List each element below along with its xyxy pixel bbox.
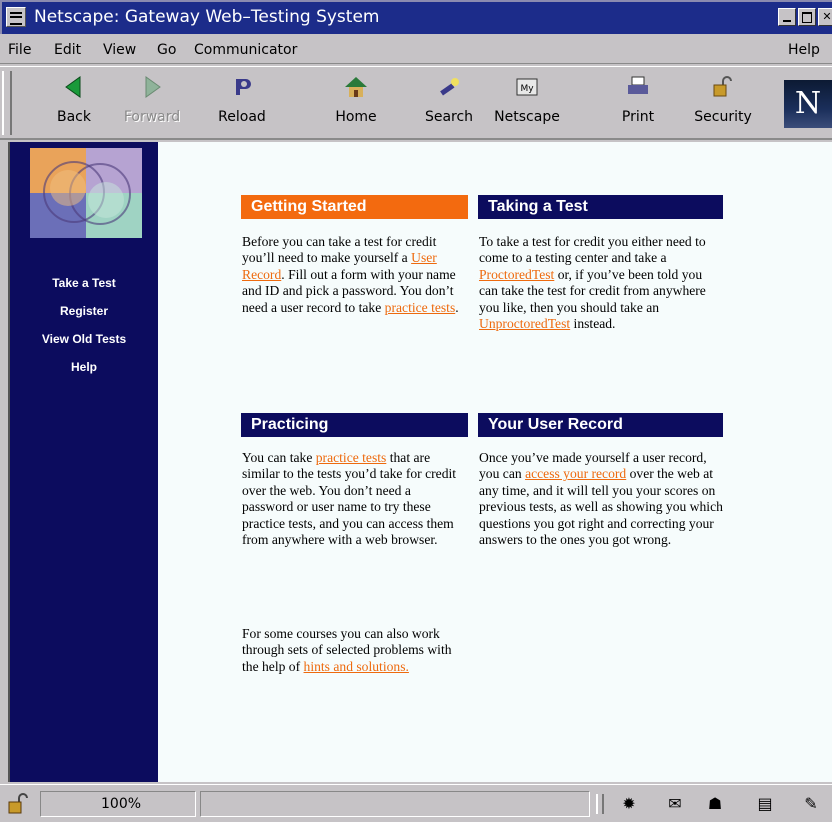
- menu-file[interactable]: File: [8, 42, 31, 58]
- close-button[interactable]: ✕: [818, 8, 832, 26]
- practicing-text: You can take practice tests that are sim…: [242, 450, 457, 548]
- getting-started-heading: Getting Started: [241, 195, 468, 219]
- getting-started-text: Before you can take a test for credit yo…: [242, 234, 459, 315]
- progress-indicator: 100%: [40, 791, 196, 817]
- title-bar: Netscape: Gateway Web–Testing System ✕: [0, 0, 832, 34]
- practice-tests-link[interactable]: practice tests: [385, 300, 456, 315]
- sidebar: Take a Test Register View Old Tests Help: [10, 142, 158, 782]
- taking-a-test-heading: Taking a Test: [478, 195, 723, 219]
- menu-bar: File Edit View Go Communicator Help: [0, 34, 832, 64]
- access-your-record-link[interactable]: access your record: [525, 466, 626, 481]
- security-button[interactable]: Security: [688, 71, 758, 135]
- svg-text:My: My: [520, 84, 534, 94]
- netscape-logo[interactable]: N: [784, 80, 832, 128]
- my-netscape-icon: My: [515, 75, 539, 99]
- navigation-toolbar: Back Forward Reload Home Search My Netsc…: [0, 66, 832, 140]
- menu-edit[interactable]: Edit: [54, 42, 81, 58]
- security-lock-icon[interactable]: [6, 793, 30, 815]
- reload-button[interactable]: Reload: [207, 71, 277, 135]
- search-button[interactable]: Search: [414, 71, 484, 135]
- menu-communicator[interactable]: Communicator: [194, 42, 297, 58]
- forward-button[interactable]: Forward: [117, 71, 187, 135]
- discussion-groups-icon[interactable]: ☗: [704, 794, 726, 814]
- status-message: [200, 791, 590, 817]
- page-content: Take a Test Register View Old Tests Help…: [8, 142, 832, 782]
- sidebar-link-view-old-tests[interactable]: View Old Tests: [10, 332, 158, 346]
- composer-icon[interactable]: ▤: [754, 794, 776, 814]
- home-icon: [344, 75, 368, 99]
- minimize-button[interactable]: [778, 8, 796, 26]
- menu-view[interactable]: View: [103, 42, 136, 58]
- unproctored-test-link[interactable]: UnproctoredTest: [479, 316, 570, 331]
- hints-and-solutions-link[interactable]: hints and solutions.: [304, 659, 409, 674]
- practice-tests-link-2[interactable]: practice tests: [316, 450, 387, 465]
- practicing-hints-text: For some courses you can also work throu…: [242, 626, 452, 674]
- mail-icon[interactable]: ✉: [664, 794, 686, 814]
- print-button[interactable]: Print: [603, 71, 673, 135]
- menu-go[interactable]: Go: [157, 42, 176, 58]
- proctored-test-link[interactable]: ProctoredTest: [479, 267, 554, 282]
- taking-a-test-text: To take a test for credit you either nee…: [479, 234, 706, 332]
- sidebar-link-take-a-test[interactable]: Take a Test: [10, 276, 158, 290]
- reload-icon: [230, 75, 254, 99]
- padlock-icon: [711, 75, 735, 99]
- component-bar: ✹ ✉ ☗ ▤ ✎: [596, 791, 832, 817]
- user-record-text: Once you’ve made yourself a user record,…: [479, 450, 723, 548]
- window-menu-icon[interactable]: [6, 7, 26, 27]
- user-record-heading: Your User Record: [478, 413, 723, 437]
- edit-pen-icon[interactable]: ✎: [800, 794, 822, 814]
- netscape-button[interactable]: My Netscape: [492, 71, 562, 135]
- status-bar: 100% ✹ ✉ ☗ ▤ ✎: [0, 784, 832, 822]
- practicing-heading: Practicing: [241, 413, 468, 437]
- forward-arrow-icon: [140, 75, 164, 99]
- printer-icon: [626, 75, 650, 99]
- back-button[interactable]: Back: [39, 71, 109, 135]
- sidebar-link-help[interactable]: Help: [10, 360, 158, 374]
- component-bar-grip[interactable]: [596, 794, 604, 814]
- window-title: Netscape: Gateway Web–Testing System: [34, 7, 380, 27]
- navigator-icon[interactable]: ✹: [618, 794, 640, 814]
- sidebar-link-register[interactable]: Register: [10, 304, 158, 318]
- menu-help[interactable]: Help: [788, 42, 820, 58]
- site-logo-image: [30, 148, 142, 238]
- maximize-button[interactable]: [798, 8, 816, 26]
- toolbar-grip[interactable]: [2, 71, 12, 135]
- home-button[interactable]: Home: [321, 71, 391, 135]
- back-arrow-icon: [62, 75, 86, 99]
- search-flashlight-icon: [437, 75, 461, 99]
